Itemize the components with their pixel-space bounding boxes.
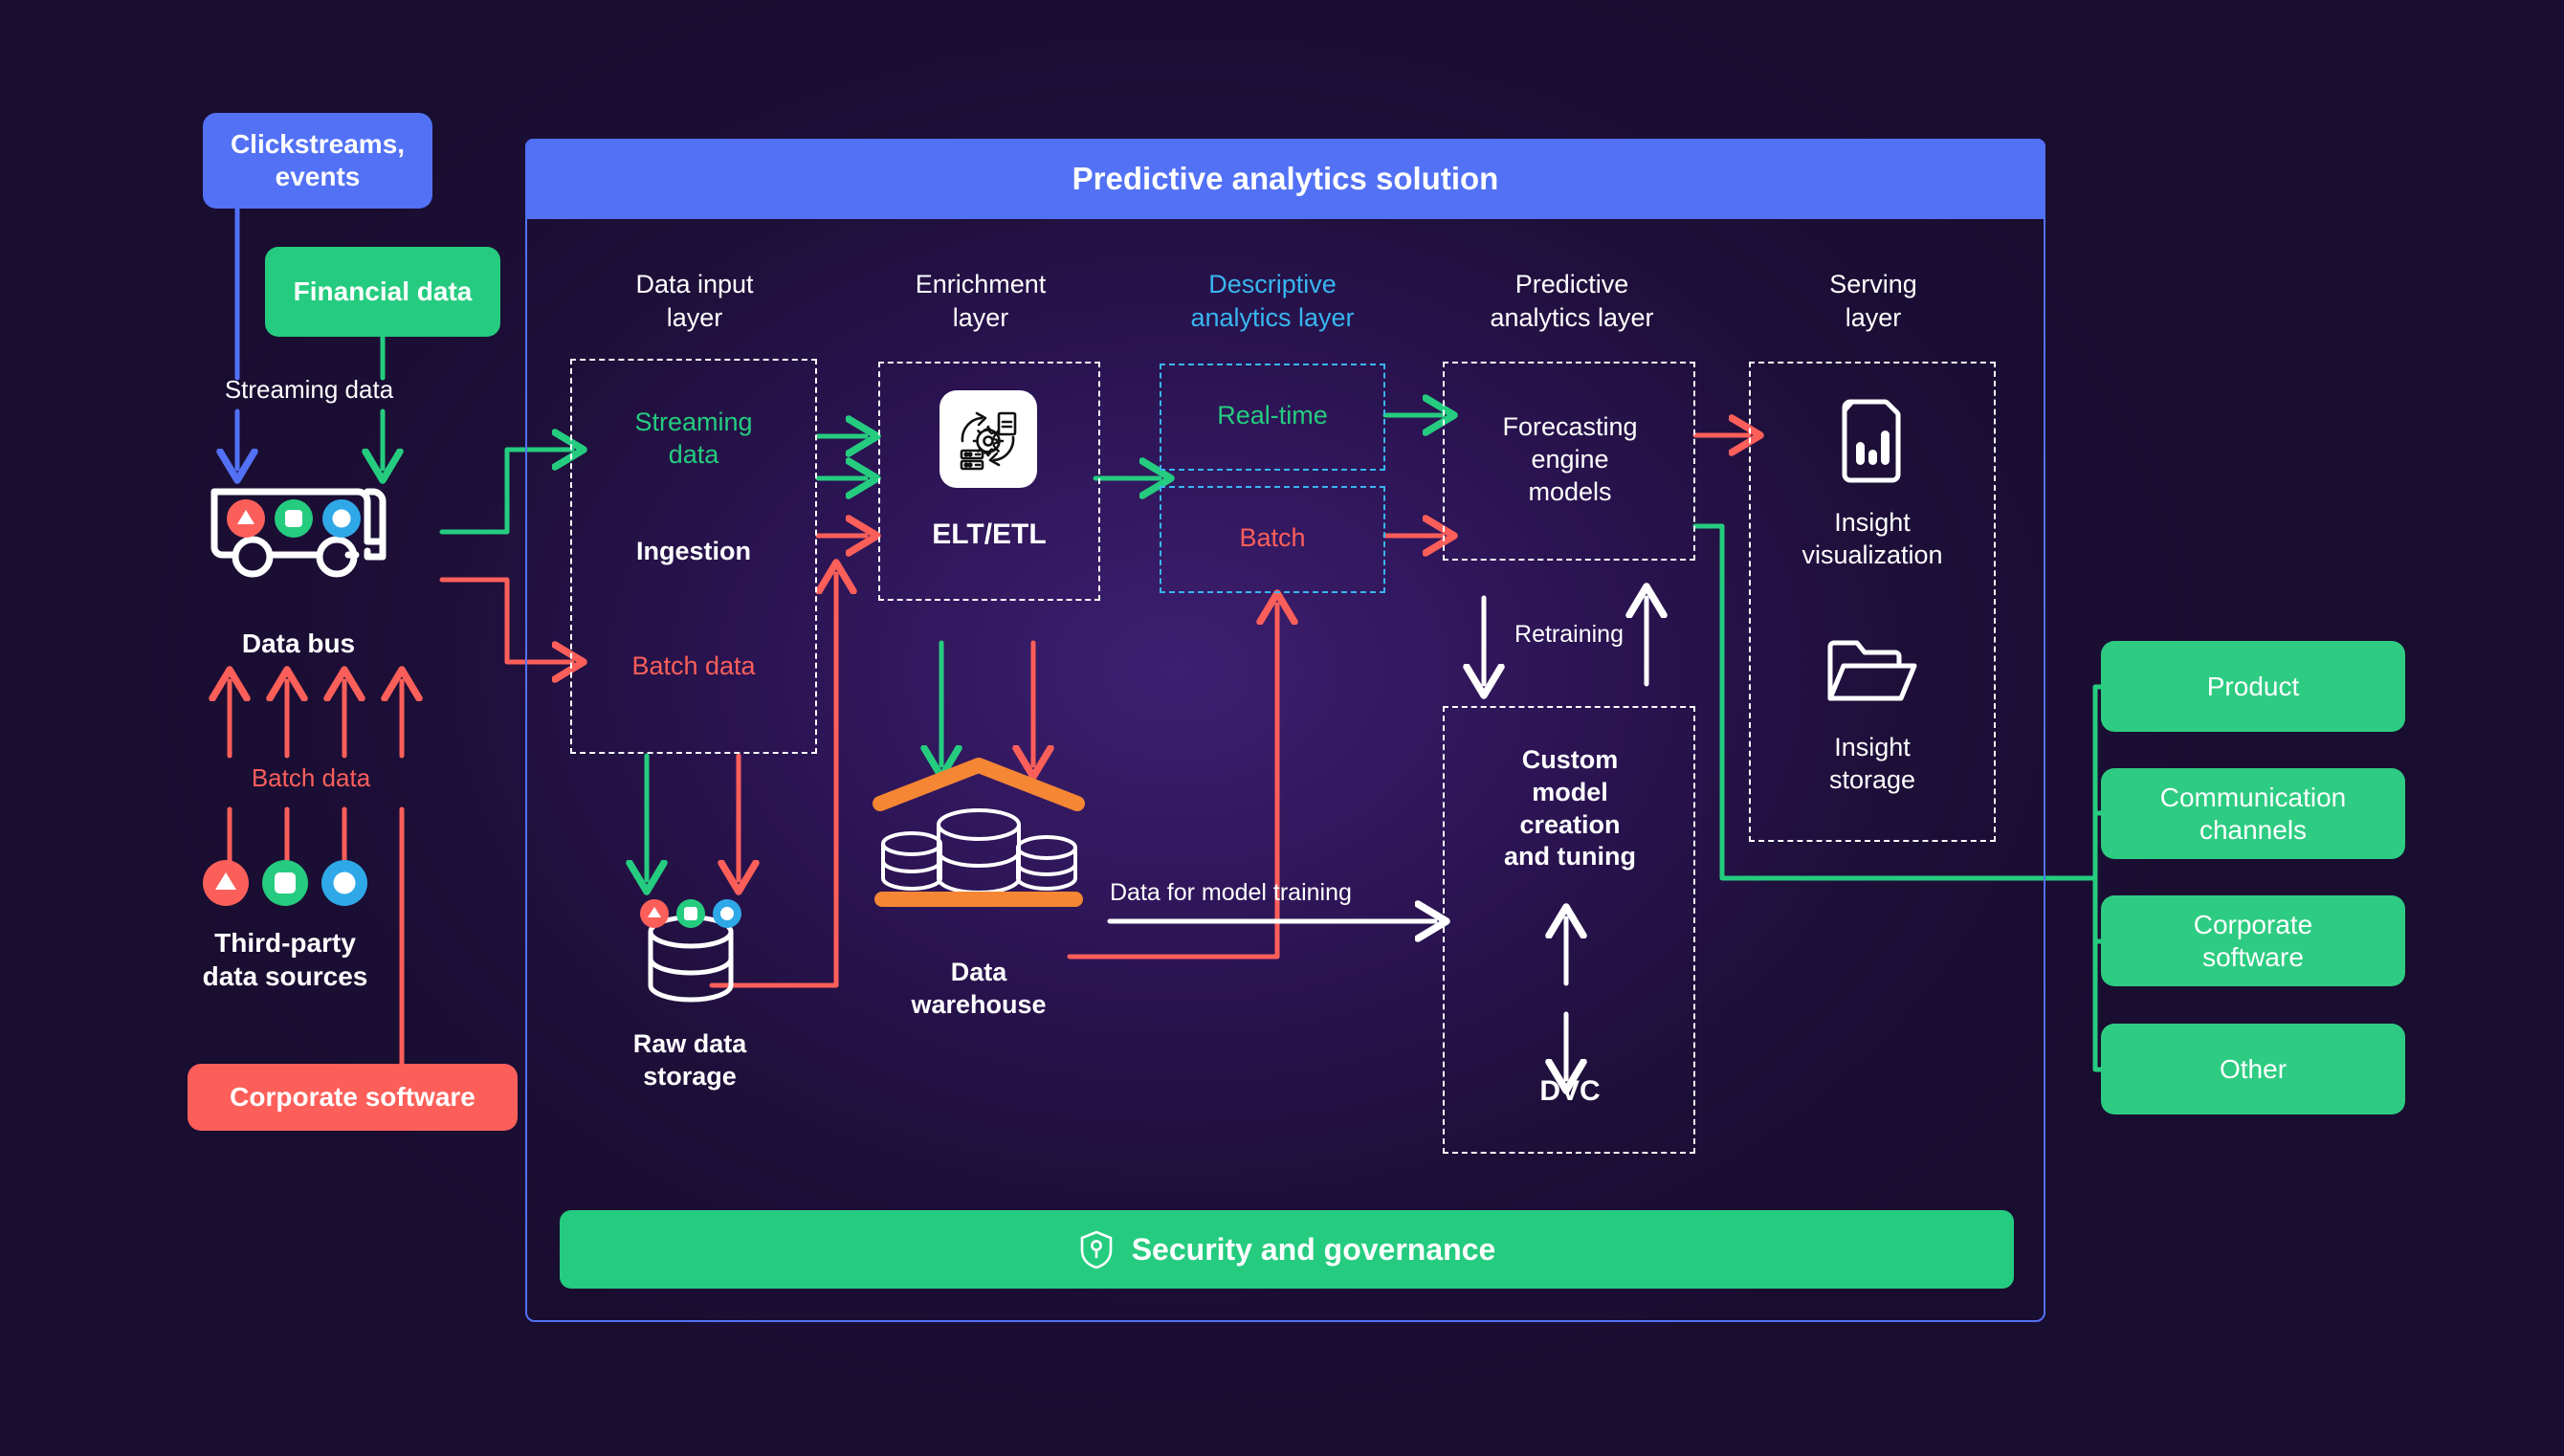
source-clickstreams-label: Clickstreams, events <box>230 129 406 191</box>
consumer-other-label: Other <box>2219 1053 2288 1084</box>
data-input-batch-label: Batch data <box>631 651 756 680</box>
consumer-other[interactable]: Other <box>2101 1024 2405 1114</box>
data-bus-icon <box>203 478 394 584</box>
consumer-product-label: Product <box>2206 671 2300 701</box>
raw-data-storage-label: Raw data storage <box>632 1029 747 1091</box>
data-input-ingestion-label: Ingestion <box>636 537 751 565</box>
enrichment-label: ELT/ETL <box>932 518 1047 550</box>
consumer-product[interactable]: Product <box>2101 641 2405 732</box>
source-corporate-software-label: Corporate software <box>230 1082 475 1113</box>
source-financial-data[interactable]: Financial data <box>265 247 500 337</box>
consumer-corporate-software[interactable]: Corporate software <box>2101 895 2405 986</box>
third-party-sources-icon <box>199 859 371 907</box>
source-corporate-software[interactable]: Corporate software <box>188 1064 518 1131</box>
document-chart-icon <box>1829 394 1915 486</box>
data-input-streaming-label: Streaming data <box>634 408 753 469</box>
batch-data-label: Batch data <box>251 763 371 792</box>
descriptive-realtime-label: Real-time <box>1217 401 1328 430</box>
insight-storage-label: Insight storage <box>1828 733 1916 794</box>
data-warehouse-icon <box>869 756 1089 928</box>
data-warehouse-label: Data warehouse <box>911 958 1047 1019</box>
descriptive-batch-label: Batch <box>1239 523 1306 552</box>
custom-model-label: Custom model creation and tuning <box>1504 745 1636 871</box>
layer-title-serving: Serving layer <box>1829 270 1917 332</box>
security-banner-label: Security and governance <box>1131 1231 1496 1267</box>
streaming-data-label: Streaming data <box>224 375 394 404</box>
source-financial-label: Financial data <box>293 276 473 307</box>
database-cylinder-icon <box>631 899 750 1012</box>
folder-icon <box>1823 631 1922 708</box>
data-for-model-training-label: Data for model training <box>1110 879 1352 906</box>
layer-title-data-input: Data input layer <box>635 270 754 332</box>
etl-process-icon <box>939 390 1037 488</box>
third-party-sources-label: Third-party data sources <box>202 928 368 991</box>
consumer-corporate-software-label: Corporate software <box>2193 909 2313 972</box>
diagram-canvas: Predictive analytics solution Clickstrea… <box>0 0 2564 1456</box>
insight-visualization-label: Insight visualization <box>1801 508 1943 569</box>
forecasting-engine-label: Forecasting engine models <box>1502 412 1638 506</box>
layer-title-descriptive: Descriptive analytics layer <box>1190 270 1355 332</box>
shield-keyhole-icon <box>1078 1229 1115 1269</box>
consumer-communication-channels-label: Communication channels <box>2159 782 2347 845</box>
source-clickstreams-events[interactable]: Clickstreams, events <box>203 113 432 209</box>
solution-title: Predictive analytics solution <box>525 139 2045 219</box>
layer-title-enrichment: Enrichment layer <box>915 270 1047 332</box>
security-and-governance-banner[interactable]: Security and governance <box>560 1210 2014 1289</box>
data-bus-label: Data bus <box>241 629 356 658</box>
dvc-label: DVC <box>1539 1075 1601 1107</box>
consumer-communication-channels[interactable]: Communication channels <box>2101 768 2405 859</box>
retraining-label: Retraining <box>1514 621 1624 648</box>
layer-title-predictive: Predictive analytics layer <box>1490 270 1654 332</box>
